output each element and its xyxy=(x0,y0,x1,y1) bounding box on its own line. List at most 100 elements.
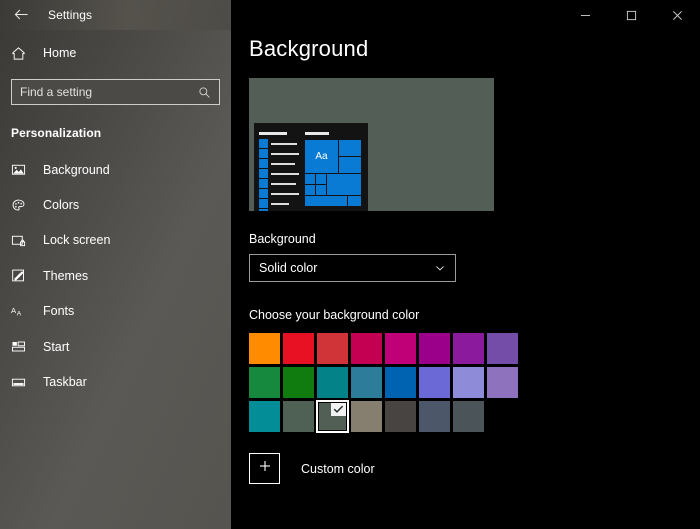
color-swatch[interactable] xyxy=(487,333,518,364)
tile xyxy=(348,196,361,206)
color-swatch[interactable] xyxy=(317,333,348,364)
sidebar-label: Colors xyxy=(43,198,80,213)
sidebar-item-home[interactable]: Home xyxy=(0,36,231,70)
sidebar-item-background[interactable]: Background xyxy=(0,152,231,187)
color-swatch[interactable] xyxy=(385,367,416,398)
custom-color-button[interactable] xyxy=(249,453,280,484)
title-bar-left: Settings xyxy=(0,0,231,30)
tile xyxy=(339,157,361,173)
background-type-dropdown[interactable]: Solid color xyxy=(249,254,456,282)
sidebar-label: Taskbar xyxy=(43,375,87,390)
color-swatch[interactable] xyxy=(283,367,314,398)
color-swatch[interactable] xyxy=(351,333,382,364)
sidebar-item-colors[interactable]: Colors xyxy=(0,187,231,222)
maximize-button[interactable] xyxy=(608,0,654,30)
chevron-down-icon xyxy=(434,262,446,274)
tile xyxy=(339,140,361,156)
home-icon xyxy=(11,46,33,61)
color-swatch[interactable] xyxy=(249,401,280,432)
settings-window: Home Find a setting Personalization Back… xyxy=(0,0,700,529)
color-swatch[interactable] xyxy=(487,367,518,398)
search-container: Find a setting xyxy=(11,79,220,105)
custom-color-row: Custom color xyxy=(249,453,700,484)
color-swatch[interactable] xyxy=(351,367,382,398)
start-app-row xyxy=(259,169,301,178)
start-tiles-preview: Aa xyxy=(302,123,368,211)
lock-screen-icon xyxy=(11,233,33,248)
sidebar-home-label: Home xyxy=(43,46,77,60)
start-menu-preview: Aa xyxy=(254,123,368,211)
start-app-list-preview xyxy=(254,123,302,211)
window-controls xyxy=(562,0,700,30)
start-app-row xyxy=(259,149,301,158)
background-color-grid xyxy=(249,333,539,433)
main-content: Background Aa Background Solid color Cho… xyxy=(231,0,700,529)
color-swatch[interactable] xyxy=(453,401,484,432)
themes-brush-icon xyxy=(11,268,33,283)
search-placeholder: Find a setting xyxy=(20,85,93,99)
color-swatch[interactable] xyxy=(453,367,484,398)
sidebar-item-lock-screen[interactable]: Lock screen xyxy=(0,223,231,258)
tile xyxy=(305,174,315,184)
color-swatch[interactable] xyxy=(249,333,280,364)
color-swatch[interactable] xyxy=(419,367,450,398)
start-app-row xyxy=(259,179,301,188)
start-app-rows xyxy=(259,139,301,211)
sidebar-item-start[interactable]: Start xyxy=(0,329,231,364)
palette-icon xyxy=(11,198,33,213)
window-title: Settings xyxy=(48,8,93,22)
color-swatch[interactable] xyxy=(453,333,484,364)
close-button[interactable] xyxy=(654,0,700,30)
sidebar: Home Find a setting Personalization Back… xyxy=(0,0,231,529)
custom-color-label: Custom color xyxy=(301,461,375,476)
sidebar-label: Lock screen xyxy=(43,233,111,248)
color-swatch[interactable] xyxy=(419,401,450,432)
start-app-row xyxy=(259,139,301,148)
color-swatch[interactable] xyxy=(249,367,280,398)
color-swatch[interactable] xyxy=(283,401,314,432)
sidebar-item-themes[interactable]: Themes xyxy=(0,258,231,293)
page-title: Background xyxy=(249,36,369,61)
fonts-aa-icon: A A xyxy=(11,304,33,319)
color-swatch[interactable] xyxy=(385,401,416,432)
start-tiles-rule xyxy=(305,132,329,135)
tile xyxy=(327,174,361,195)
tile xyxy=(305,185,315,195)
minimize-button[interactable] xyxy=(562,0,608,30)
sidebar-label: Start xyxy=(43,339,70,354)
back-button[interactable] xyxy=(0,0,42,30)
color-swatch-selected[interactable] xyxy=(316,400,349,433)
tile-aa-label: Aa xyxy=(315,151,328,162)
start-app-row xyxy=(259,199,301,208)
sidebar-item-taskbar[interactable]: Taskbar xyxy=(0,364,231,399)
check-icon xyxy=(331,403,346,416)
dropdown-value: Solid color xyxy=(259,261,318,275)
tile xyxy=(316,185,326,195)
start-tiles-icon xyxy=(11,339,33,354)
plus-icon xyxy=(257,458,273,479)
color-swatch-row xyxy=(249,367,539,398)
svg-text:A: A xyxy=(17,310,22,317)
background-section-label: Background xyxy=(249,232,316,246)
sidebar-item-fonts[interactable]: A A Fonts xyxy=(0,294,231,329)
sidebar-label: Themes xyxy=(43,268,89,283)
start-header-rule xyxy=(259,132,287,135)
color-swatch[interactable] xyxy=(419,333,450,364)
start-app-row xyxy=(259,209,301,211)
picture-icon xyxy=(11,162,33,177)
color-swatch-row xyxy=(249,400,539,433)
search-input[interactable]: Find a setting xyxy=(11,79,220,105)
sidebar-label: Fonts xyxy=(43,304,75,319)
choose-color-label: Choose your background color xyxy=(249,308,420,322)
taskbar-icon xyxy=(11,375,33,390)
color-swatch[interactable] xyxy=(385,333,416,364)
color-swatch[interactable] xyxy=(351,401,382,432)
start-app-row xyxy=(259,189,301,198)
color-swatch[interactable] xyxy=(283,333,314,364)
color-swatch[interactable] xyxy=(317,367,348,398)
sidebar-label: Background xyxy=(43,162,110,177)
sidebar-nav-list: Background Colors Lock screen Themes A A… xyxy=(0,152,231,400)
tile xyxy=(305,196,347,206)
sidebar-group-title: Personalization xyxy=(11,126,102,140)
background-preview: Aa xyxy=(249,78,494,211)
